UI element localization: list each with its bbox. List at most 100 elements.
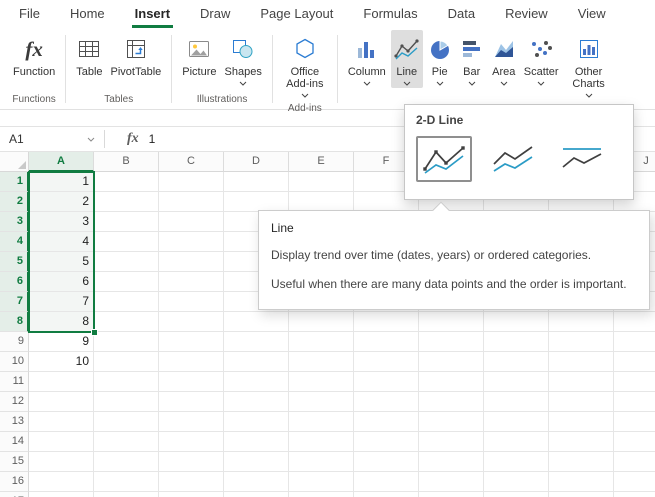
cell-C6[interactable] bbox=[159, 272, 224, 292]
cell-C2[interactable] bbox=[159, 192, 224, 212]
cell-G10[interactable] bbox=[419, 352, 484, 372]
cell-G11[interactable] bbox=[419, 372, 484, 392]
cell-A16[interactable] bbox=[29, 472, 94, 492]
cell-D1[interactable] bbox=[224, 172, 289, 192]
cell-G16[interactable] bbox=[419, 472, 484, 492]
cell-H10[interactable] bbox=[484, 352, 549, 372]
cell-I8[interactable] bbox=[549, 312, 614, 332]
cell-A4[interactable]: 4 bbox=[29, 232, 94, 252]
tab-draw[interactable]: Draw bbox=[185, 0, 245, 28]
cell-D17[interactable] bbox=[224, 492, 289, 497]
cell-D2[interactable] bbox=[224, 192, 289, 212]
cell-E12[interactable] bbox=[289, 392, 354, 412]
cell-J12[interactable] bbox=[614, 392, 655, 412]
cell-I16[interactable] bbox=[549, 472, 614, 492]
cell-I10[interactable] bbox=[549, 352, 614, 372]
row-header-15[interactable]: 15 bbox=[0, 452, 29, 472]
cell-F8[interactable] bbox=[354, 312, 419, 332]
cell-E17[interactable] bbox=[289, 492, 354, 497]
office-add-ins-button[interactable]: Office Add-ins bbox=[280, 30, 330, 100]
tab-home[interactable]: Home bbox=[55, 0, 120, 28]
row-header-8[interactable]: 8 bbox=[0, 312, 29, 332]
cell-H16[interactable] bbox=[484, 472, 549, 492]
cell-F12[interactable] bbox=[354, 392, 419, 412]
cell-C15[interactable] bbox=[159, 452, 224, 472]
select-all-corner[interactable] bbox=[0, 152, 29, 172]
cell-B7[interactable] bbox=[94, 292, 159, 312]
cell-J13[interactable] bbox=[614, 412, 655, 432]
column-chart-button[interactable]: Column bbox=[345, 30, 389, 88]
column-header-A[interactable]: A bbox=[29, 152, 94, 172]
cell-A13[interactable] bbox=[29, 412, 94, 432]
cell-H8[interactable] bbox=[484, 312, 549, 332]
row-header-2[interactable]: 2 bbox=[0, 192, 29, 212]
cell-B13[interactable] bbox=[94, 412, 159, 432]
cell-G9[interactable] bbox=[419, 332, 484, 352]
other-charts-button[interactable]: Other Charts bbox=[564, 30, 614, 100]
cell-D14[interactable] bbox=[224, 432, 289, 452]
cell-D16[interactable] bbox=[224, 472, 289, 492]
row-header-1[interactable]: 1 bbox=[0, 172, 29, 192]
cell-A3[interactable]: 3 bbox=[29, 212, 94, 232]
cell-F15[interactable] bbox=[354, 452, 419, 472]
cell-B1[interactable] bbox=[94, 172, 159, 192]
cell-C8[interactable] bbox=[159, 312, 224, 332]
cell-J14[interactable] bbox=[614, 432, 655, 452]
fill-handle[interactable] bbox=[91, 329, 98, 336]
cell-C13[interactable] bbox=[159, 412, 224, 432]
cell-H12[interactable] bbox=[484, 392, 549, 412]
column-header-B[interactable]: B bbox=[94, 152, 159, 172]
row-header-6[interactable]: 6 bbox=[0, 272, 29, 292]
cell-G13[interactable] bbox=[419, 412, 484, 432]
cell-J10[interactable] bbox=[614, 352, 655, 372]
cell-I11[interactable] bbox=[549, 372, 614, 392]
cell-H11[interactable] bbox=[484, 372, 549, 392]
cell-A6[interactable]: 6 bbox=[29, 272, 94, 292]
cell-A2[interactable]: 2 bbox=[29, 192, 94, 212]
cell-A8[interactable]: 8 bbox=[29, 312, 94, 332]
cell-E15[interactable] bbox=[289, 452, 354, 472]
cell-F9[interactable] bbox=[354, 332, 419, 352]
cell-B10[interactable] bbox=[94, 352, 159, 372]
cell-C11[interactable] bbox=[159, 372, 224, 392]
cell-C1[interactable] bbox=[159, 172, 224, 192]
shapes-button[interactable]: Shapes bbox=[222, 30, 265, 88]
cell-D13[interactable] bbox=[224, 412, 289, 432]
2d-line-option-stacked-line[interactable] bbox=[485, 136, 541, 182]
cell-G15[interactable] bbox=[419, 452, 484, 472]
bar-chart-button[interactable]: Bar bbox=[457, 30, 487, 88]
pie-chart-button[interactable]: Pie bbox=[425, 30, 455, 88]
cell-D15[interactable] bbox=[224, 452, 289, 472]
row-header-17[interactable]: 17 bbox=[0, 492, 29, 497]
cell-A12[interactable] bbox=[29, 392, 94, 412]
cell-C14[interactable] bbox=[159, 432, 224, 452]
cell-C9[interactable] bbox=[159, 332, 224, 352]
row-header-16[interactable]: 16 bbox=[0, 472, 29, 492]
cell-F13[interactable] bbox=[354, 412, 419, 432]
cell-A10[interactable]: 10 bbox=[29, 352, 94, 372]
cell-H14[interactable] bbox=[484, 432, 549, 452]
fx-icon[interactable]: fx bbox=[127, 131, 139, 147]
table-button[interactable]: Table bbox=[73, 30, 105, 80]
picture-button[interactable]: Picture bbox=[179, 30, 219, 80]
cell-B15[interactable] bbox=[94, 452, 159, 472]
cell-J15[interactable] bbox=[614, 452, 655, 472]
cell-C16[interactable] bbox=[159, 472, 224, 492]
cell-B9[interactable] bbox=[94, 332, 159, 352]
cell-F14[interactable] bbox=[354, 432, 419, 452]
cell-B2[interactable] bbox=[94, 192, 159, 212]
cell-D9[interactable] bbox=[224, 332, 289, 352]
cell-C4[interactable] bbox=[159, 232, 224, 252]
cell-J16[interactable] bbox=[614, 472, 655, 492]
cell-I12[interactable] bbox=[549, 392, 614, 412]
function-button[interactable]: fx Function bbox=[10, 30, 58, 80]
cell-B3[interactable] bbox=[94, 212, 159, 232]
tab-view[interactable]: View bbox=[563, 0, 621, 28]
cell-F16[interactable] bbox=[354, 472, 419, 492]
cell-C10[interactable] bbox=[159, 352, 224, 372]
area-chart-button[interactable]: Area bbox=[489, 30, 519, 88]
cell-J9[interactable] bbox=[614, 332, 655, 352]
cell-A7[interactable]: 7 bbox=[29, 292, 94, 312]
cell-A1[interactable]: 1 bbox=[29, 172, 94, 192]
cell-A11[interactable] bbox=[29, 372, 94, 392]
